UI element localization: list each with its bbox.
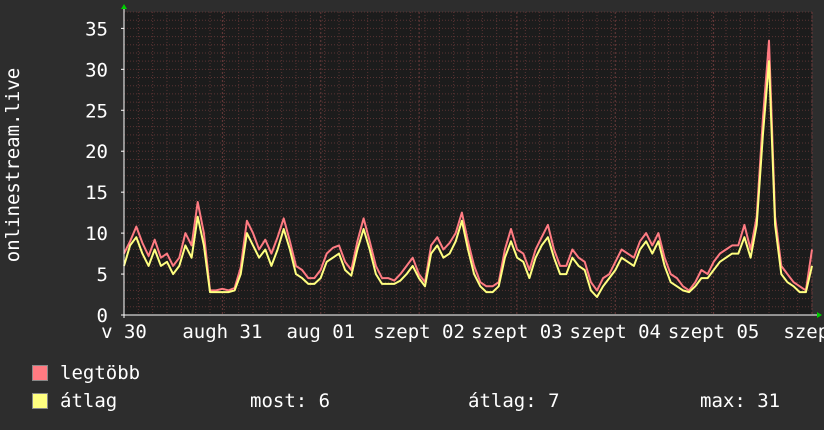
legend-swatch-avg: [32, 393, 48, 409]
y-axis-arrow-icon: [121, 4, 127, 9]
y-tick-label: 20: [85, 141, 108, 163]
x-tick-label: augh 31: [182, 321, 262, 343]
x-tick-label: szept 03: [471, 321, 563, 343]
legend-item-avg: átlag: [32, 390, 117, 412]
stat-max: max: 31: [700, 390, 781, 412]
x-tick-label: v 30: [101, 321, 147, 343]
y-tick-label: 5: [97, 264, 108, 286]
x-tick-label: szept 04: [569, 321, 661, 343]
x-tick-label: aug 01: [286, 321, 355, 343]
y-tick-label: 25: [85, 100, 108, 122]
stat-average: átlag: 7: [468, 390, 560, 412]
legend-item-max: legtöbb: [32, 362, 140, 384]
y-tick-labels: 05101520253035: [85, 18, 124, 327]
x-axis-arrow-icon: [817, 312, 822, 318]
x-tick-label: szept 02: [373, 321, 465, 343]
x-tick-labels: v 30 augh 31 aug 01 szept 02 szept 03 szept 0…: [101, 321, 824, 343]
x-tick-label: szept 05: [668, 321, 760, 343]
legend-label-avg: átlag: [60, 390, 118, 412]
y-tick-label: 10: [85, 223, 108, 245]
y-tick-label: 15: [85, 182, 108, 204]
y-axis-label: onlinestream.live: [2, 67, 24, 263]
x-tick-label: szept: [783, 321, 824, 343]
y-tick-label: 30: [85, 59, 108, 81]
legend-label-max: legtöbb: [60, 362, 141, 384]
stat-current: most: 6: [250, 390, 331, 412]
y-tick-label: 35: [85, 18, 108, 40]
legend-swatch-max: [32, 365, 48, 381]
